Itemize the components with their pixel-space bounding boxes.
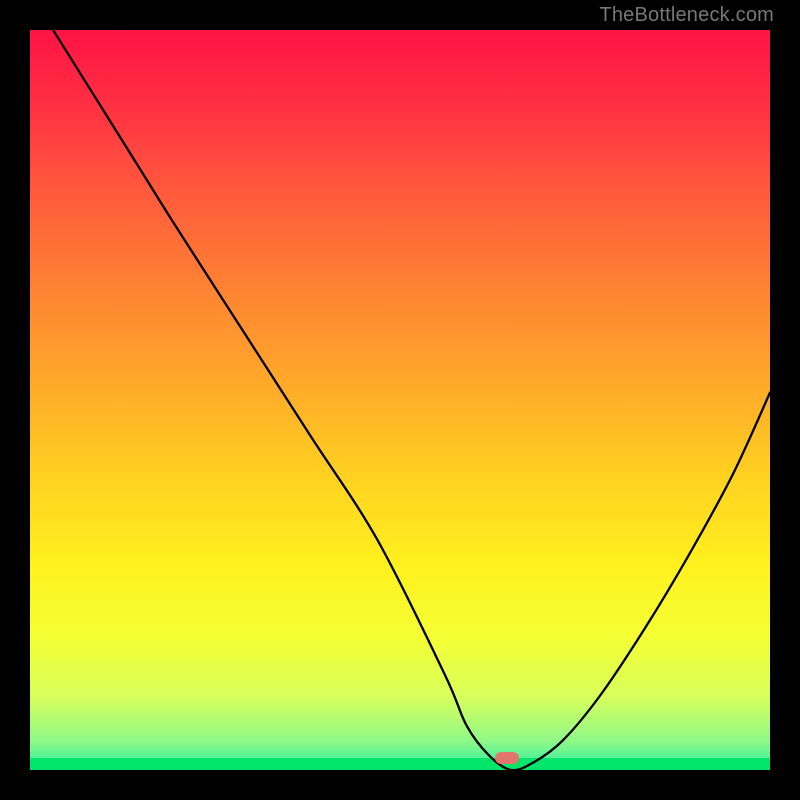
bottleneck-marker [495, 752, 519, 764]
chart-frame: TheBottleneck.com [0, 0, 800, 800]
bottleneck-curve [30, 30, 770, 770]
watermark-text: TheBottleneck.com [599, 4, 774, 27]
plot-area [30, 30, 770, 770]
